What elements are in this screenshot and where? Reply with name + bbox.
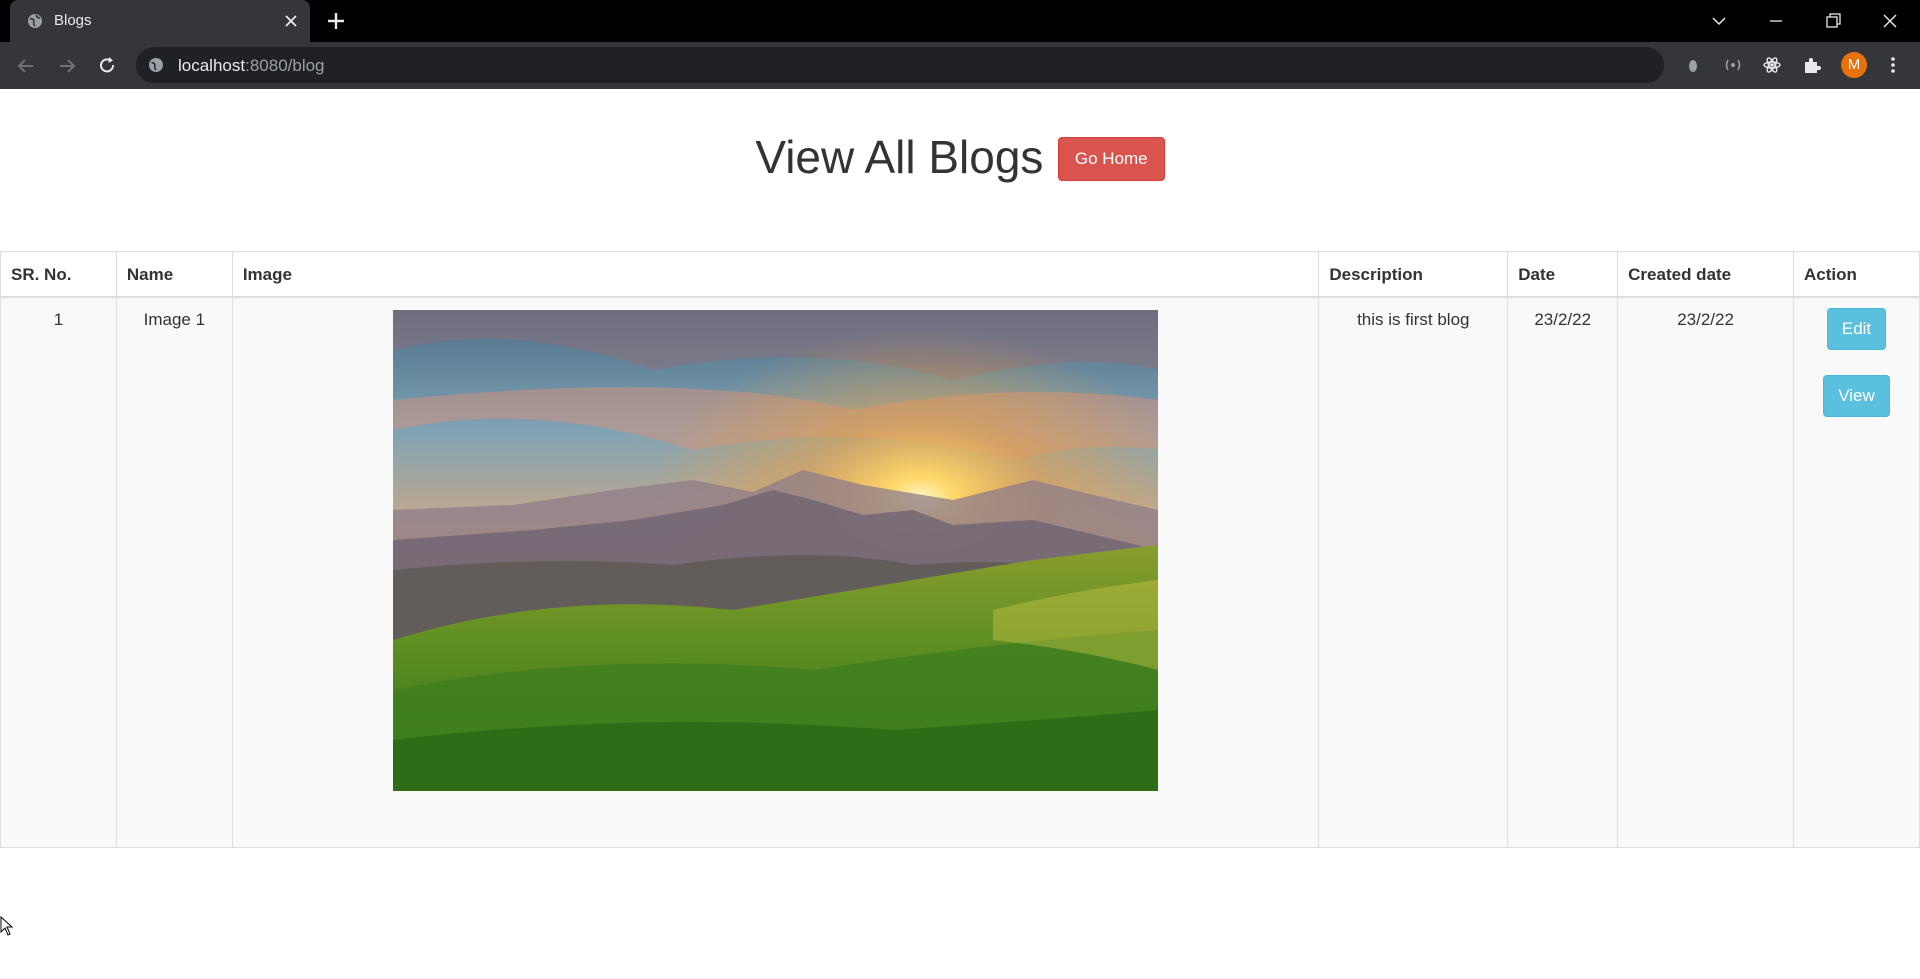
cell-description: this is first blog [1318, 296, 1509, 848]
blogs-table: SR. No. Name Image Description Date Crea… [0, 251, 1920, 848]
menu-icon[interactable] [1882, 54, 1904, 76]
cell-name: Image 1 [115, 296, 233, 848]
cell-date: 23/2/22 [1507, 296, 1619, 848]
address-bar[interactable]: localhost:8080/blog [136, 47, 1664, 83]
tab-title: Blogs [54, 12, 92, 29]
header-date: Date [1507, 251, 1619, 298]
header-name: Name [115, 251, 233, 298]
minimize-icon[interactable] [1764, 9, 1788, 33]
table-header-row: SR. No. Name Image Description Date Crea… [0, 251, 1920, 298]
browser-tab-bar: Blogs [0, 0, 1920, 42]
mouse-cursor-icon [0, 916, 14, 936]
blog-image [393, 310, 1159, 791]
table-row: 1 Image 1 this is first blog 23/2/22 23/… [0, 296, 1920, 848]
header-image: Image [231, 251, 1320, 298]
url-path: :8080/blog [245, 56, 325, 75]
url-host: localhost [178, 56, 246, 75]
puzzle-icon[interactable] [1801, 54, 1823, 76]
forward-icon[interactable] [55, 54, 79, 78]
window-close-icon[interactable] [1878, 9, 1902, 33]
cell-action: Edit View [1793, 296, 1920, 848]
profile-avatar[interactable]: M [1841, 52, 1867, 78]
page-header: View All Blogs Go Home [0, 130, 1920, 184]
info-icon[interactable] [148, 57, 164, 73]
browser-toolbar: localhost:8080/blog M [0, 42, 1920, 89]
plus-icon[interactable] [326, 11, 346, 31]
browser-tab[interactable]: Blogs [10, 0, 310, 42]
page-title: View All Blogs [755, 131, 1044, 183]
cell-image [231, 296, 1320, 848]
back-icon[interactable] [14, 54, 38, 78]
cell-sr-no: 1 [0, 296, 117, 848]
go-home-button[interactable]: Go Home [1057, 137, 1165, 181]
header-created-date: Created date [1617, 251, 1795, 298]
header-sr-no: SR. No. [0, 251, 117, 298]
close-icon[interactable] [283, 13, 299, 29]
view-button[interactable]: View [1823, 375, 1890, 417]
globe-icon [28, 14, 42, 28]
header-action: Action [1793, 251, 1920, 298]
extension-bean-icon[interactable] [1682, 54, 1704, 76]
cell-created-date: 23/2/22 [1617, 296, 1795, 848]
chevron-down-icon[interactable] [1707, 9, 1731, 33]
reload-icon[interactable] [95, 54, 119, 78]
header-description: Description [1318, 251, 1509, 298]
restore-icon[interactable] [1821, 9, 1845, 33]
react-devtools-icon[interactable] [1761, 54, 1783, 76]
extension-broadcast-icon[interactable] [1722, 54, 1744, 76]
url-text: localhost:8080/blog [178, 56, 325, 76]
edit-button[interactable]: Edit [1826, 308, 1887, 350]
